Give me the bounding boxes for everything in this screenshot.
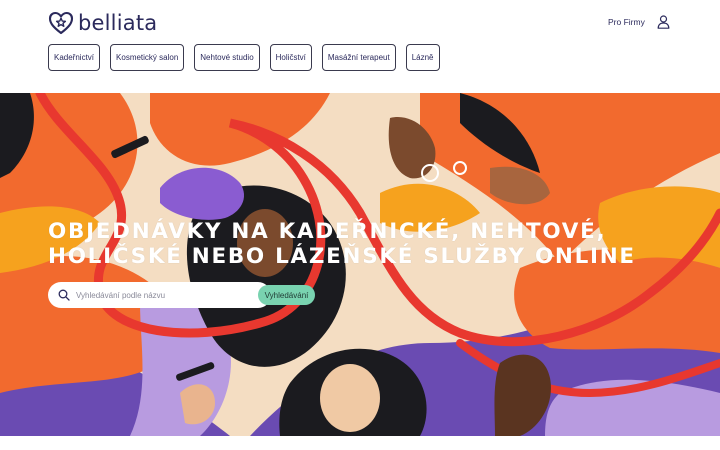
- pro-firmy-link[interactable]: Pro Firmy: [608, 17, 645, 27]
- search-button[interactable]: Vyhledávání: [258, 285, 315, 305]
- logo[interactable]: belliata: [48, 10, 157, 36]
- category-lazne[interactable]: Lázně: [405, 44, 440, 71]
- hero-banner: OBJEDNÁVKY NA KADEŘNICKÉ, NEHTOVÉ, HOLIČ…: [0, 93, 720, 436]
- category-kadernictvi[interactable]: Kadeřnictví: [48, 44, 101, 71]
- search-input[interactable]: [76, 286, 208, 304]
- page-bottom-space: [0, 436, 720, 450]
- heart-star-icon: [48, 11, 74, 35]
- user-icon[interactable]: [657, 15, 670, 29]
- category-nehtove-studio[interactable]: Nehtové studio: [194, 44, 260, 71]
- category-nav: Kadeřnictví Kosmetický salon Nehtové stu…: [48, 44, 440, 71]
- search-bar: Vyhledávání: [48, 282, 315, 308]
- search-icon: [58, 289, 70, 301]
- hero-headline: OBJEDNÁVKY NA KADEŘNICKÉ, NEHTOVÉ, HOLIČ…: [48, 219, 688, 269]
- site-header: belliata Pro Firmy Kadeřnictví Kosmetick…: [0, 0, 720, 93]
- category-holicstvi[interactable]: Holičství: [269, 44, 312, 71]
- logo-text: belliata: [78, 11, 158, 35]
- headline-line-2: HOLIČSKÉ NEBO LÁZEŇSKÉ SLUŽBY ONLINE: [48, 244, 636, 269]
- headline-line-1: OBJEDNÁVKY NA KADEŘNICKÉ, NEHTOVÉ,: [48, 219, 607, 244]
- category-kosmeticky-salon[interactable]: Kosmetický salon: [110, 44, 185, 71]
- category-masazni-terapeut[interactable]: Masážní terapeut: [321, 44, 396, 71]
